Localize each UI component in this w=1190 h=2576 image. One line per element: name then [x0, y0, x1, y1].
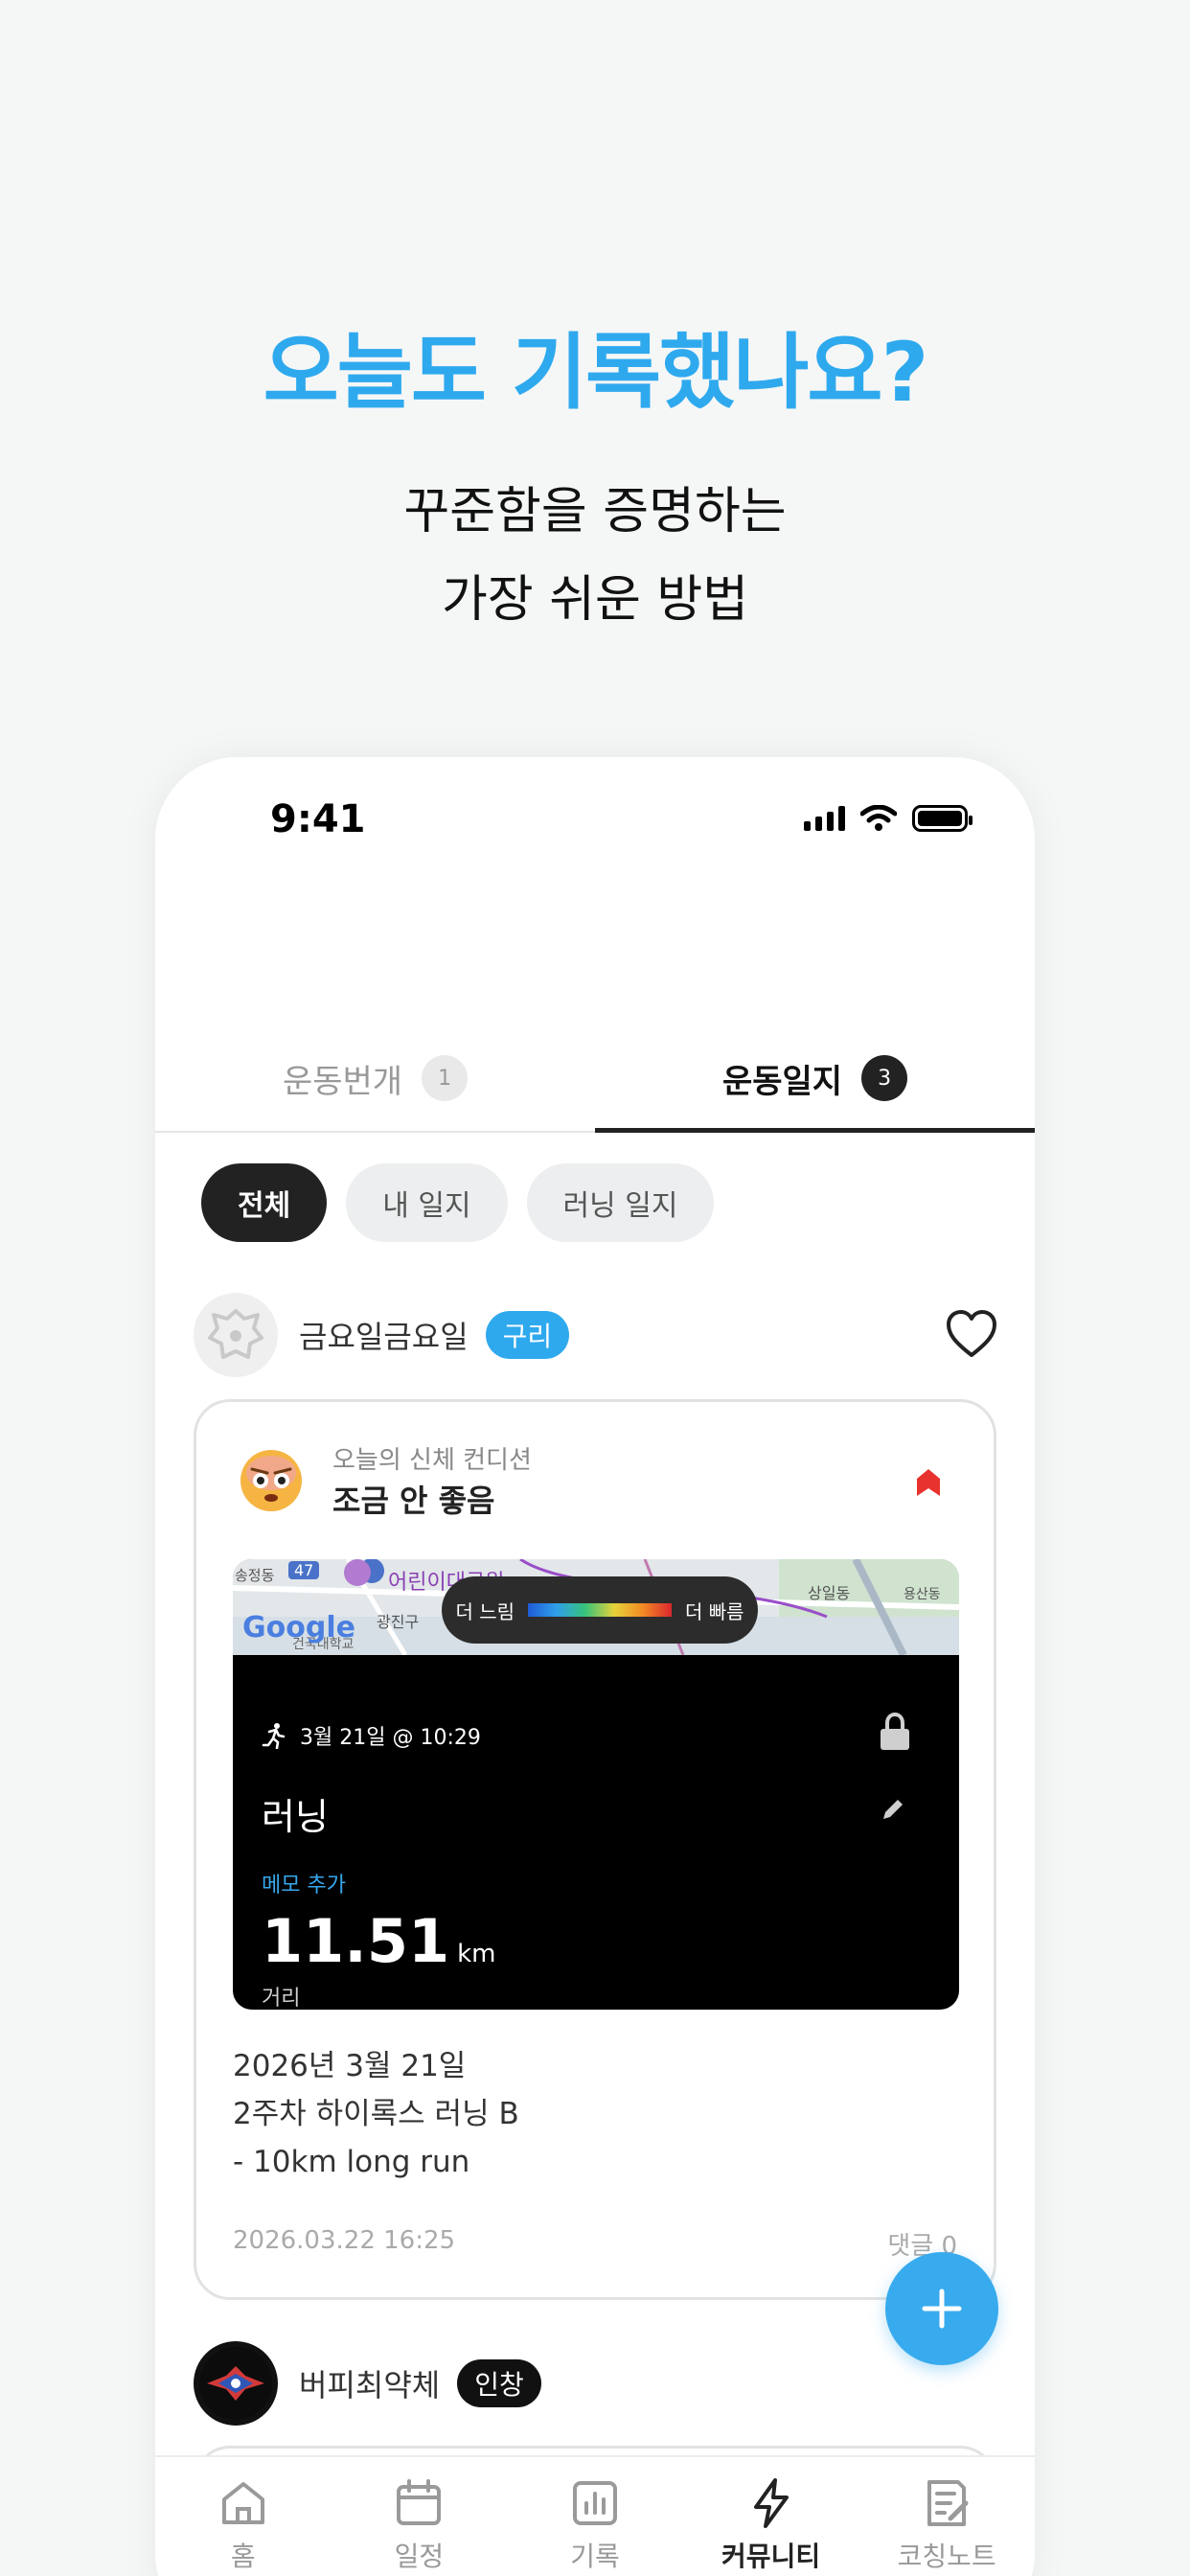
post-body: 2026년 3월 21일 2주차 하이록스 러닝 B - 10km long r… — [233, 2042, 519, 2186]
hero-subtitle-line-2: 가장 쉬운 방법 — [441, 571, 749, 629]
tab-bar: 운동번개 1 운동일지 3 — [155, 1025, 1035, 1133]
journal-card[interactable]: 오늘의 신체 컨디션 조금 안 좋음 47 송정동 어린이대공원 광진구 건국대… — [194, 1399, 996, 2300]
run-date: 3월 21일 @ 10:29 — [262, 1720, 481, 1751]
home-icon — [221, 2482, 264, 2524]
nav-item-coaching-note[interactable]: 코칭노트 — [858, 2457, 1035, 2576]
post-header: 금요일금요일 구리 — [194, 1292, 998, 1378]
next-post-header: 버피최약체 인창 — [194, 2340, 998, 2426]
default-avatar-icon — [208, 1309, 263, 1359]
location-tag: 인창 — [457, 2359, 541, 2407]
nav-item-community[interactable]: 커뮤니티 — [683, 2457, 859, 2576]
legend-fast-label: 더 빠름 — [685, 1599, 744, 1623]
map-label-place: 송정동 — [235, 1567, 275, 1584]
route-map[interactable]: 47 송정동 어린이대공원 광진구 건국대학교 상일동 용산동 Google 더… — [233, 1559, 959, 1655]
nav-label: 일정 — [394, 2541, 445, 2572]
battery-icon — [912, 805, 973, 832]
nav-item-home[interactable]: 홈 — [155, 2457, 332, 2576]
add-post-button[interactable] — [885, 2252, 998, 2365]
team-logo-icon — [199, 2347, 272, 2420]
distance-unit: km — [457, 1940, 496, 1968]
filter-chip-all[interactable]: 전체 — [201, 1163, 328, 1242]
post-body-line: - 10km long run — [233, 2145, 470, 2179]
nav-label: 커뮤니티 — [721, 2541, 821, 2572]
tab-workout-journal[interactable]: 운동일지 3 — [595, 1025, 1035, 1133]
edit-pencil-icon[interactable] — [881, 1797, 905, 1822]
legend-slow-label: 더 느림 — [455, 1599, 515, 1623]
run-summary-card[interactable]: 47 송정동 어린이대공원 광진구 건국대학교 상일동 용산동 Google 더… — [233, 1559, 959, 2010]
tab-count-badge: 1 — [422, 1055, 469, 1101]
note-icon — [927, 2480, 969, 2526]
run-name: 러닝 — [262, 1796, 329, 1838]
status-time: 9:41 — [270, 797, 366, 841]
condition-value: 조금 안 좋음 — [332, 1483, 495, 1519]
tab-lightning-meetup[interactable]: 운동번개 1 — [155, 1025, 595, 1131]
wifi-icon — [860, 805, 897, 831]
nav-label: 기록 — [570, 2541, 620, 2572]
tab-label: 운동일지 — [721, 1062, 843, 1101]
post-body-line: 2주차 하이록스 러닝 B — [233, 2097, 519, 2131]
map-label-place: 상일동 — [808, 1584, 851, 1602]
run-date-text: 3월 21일 @ 10:29 — [300, 1726, 481, 1750]
post-body-line: 2026년 3월 21일 — [233, 2049, 467, 2083]
nav-item-records[interactable]: 기록 — [507, 2457, 683, 2576]
author-name[interactable]: 버피최약체 — [299, 2361, 440, 2405]
heart-icon[interactable] — [945, 1309, 998, 1359]
google-logo: Google — [242, 1611, 355, 1644]
hero-subtitle-line-1: 꾸준함을 증명하는 — [403, 483, 787, 540]
plus-icon — [922, 2288, 962, 2329]
alert-flag-icon — [917, 1469, 940, 1496]
chart-icon — [572, 2481, 617, 2525]
map-label-place: 광진구 — [377, 1613, 420, 1631]
running-person-icon — [262, 1723, 286, 1749]
condition-label: 오늘의 신체 컨디션 — [332, 1446, 532, 1475]
lightning-icon — [753, 2478, 789, 2528]
author-name[interactable]: 금요일금요일 — [299, 1313, 469, 1357]
nav-label: 코칭노트 — [897, 2541, 996, 2572]
nav-label: 홈 — [230, 2541, 256, 2572]
bottom-navigation: 홈 일정 기록 커뮤니티 코칭노트 — [155, 2455, 1035, 2576]
pace-gradient-bar — [528, 1603, 672, 1617]
status-icons — [804, 805, 973, 832]
distance-value: 11.51 — [262, 1906, 450, 1976]
add-memo-link[interactable]: 메모 추가 — [262, 1868, 346, 1898]
cellular-signal-icon — [804, 806, 845, 831]
filter-chip-running-journal[interactable]: 러닝 일지 — [526, 1163, 715, 1242]
distance-label: 거리 — [262, 1987, 301, 2010]
hero-subtitle: 꾸준함을 증명하는 가장 쉬운 방법 — [0, 468, 1190, 644]
pace-legend: 더 느림 더 빠름 — [442, 1576, 758, 1644]
avatar[interactable] — [194, 1293, 278, 1377]
run-distance: 11.51 km — [262, 1906, 496, 1976]
calendar-icon — [397, 2479, 442, 2525]
nav-item-schedule[interactable]: 일정 — [332, 2457, 508, 2576]
filter-chips: 전체 내 일지 러닝 일지 — [201, 1163, 715, 1242]
lock-icon[interactable] — [879, 1713, 911, 1751]
tab-count-badge: 3 — [861, 1055, 908, 1101]
avatar[interactable] — [194, 2341, 278, 2426]
condition-emoji-icon — [240, 1450, 302, 1511]
tab-label: 운동번개 — [282, 1062, 403, 1101]
location-tag: 구리 — [485, 1311, 570, 1359]
hero-title: 오늘도 기록했나요? — [263, 325, 929, 421]
phone-frame: 9:41 운동번개 1 운동일지 3 전체 내 일지 러닝 일지 금요일금요일 … — [155, 757, 1035, 2576]
map-label-place: 용산동 — [904, 1587, 941, 1602]
post-timestamp: 2026.03.22 16:25 — [233, 2226, 456, 2255]
filter-chip-my-journal[interactable]: 내 일지 — [346, 1163, 508, 1242]
map-route-number: 47 — [288, 1561, 320, 1579]
